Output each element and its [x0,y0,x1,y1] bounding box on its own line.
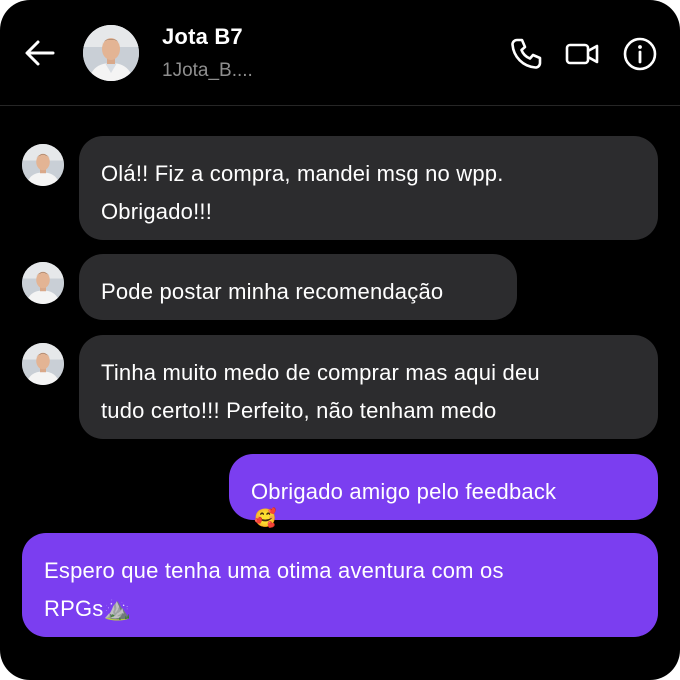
avatar-photo [22,262,64,304]
sender-avatar[interactable] [22,262,64,304]
avatar-photo [22,343,64,385]
incoming-message-bubble[interactable]: Tinha muito medo de comprar mas aqui deu… [79,335,658,439]
incoming-message-bubble[interactable]: Pode postar minha recomendação [79,254,517,320]
phone-icon [511,38,542,69]
video-call-button[interactable] [564,36,600,72]
message-text-line: Olá!! Fiz a compra, mandei msg no wpp. [101,161,504,186]
back-button[interactable] [22,35,58,71]
incoming-message-bubble[interactable]: Olá!! Fiz a compra, mandei msg no wpp. O… [79,136,658,240]
message-text-line: Pode postar minha recomendação [101,279,444,304]
message-text-line: Tinha muito medo de comprar mas aqui deu [101,360,540,385]
video-camera-icon [565,43,599,65]
arrow-left-icon [25,40,55,66]
contact-handle: 1Jota_B.... [162,60,253,81]
message-text-line: tudo certo!!! Perfeito, não tenham medo [101,398,497,423]
chat-header: Jota B7 1Jota_B.... [0,0,680,106]
contact-name[interactable]: Jota B7 [162,24,243,50]
conversation-info-button[interactable] [622,36,658,72]
message-reaction[interactable]: 🥰 [254,509,276,527]
message-text-line: Obrigado amigo pelo feedback [251,479,557,504]
voice-call-button[interactable] [508,36,544,72]
message-text-line: RPGs⛰️ [44,596,132,621]
message-text-line: Obrigado!!! [101,199,213,224]
message-text-line: Espero que tenha uma otima aventura com … [44,558,504,583]
outgoing-message-bubble[interactable]: Obrigado amigo pelo feedback [229,454,658,520]
avatar-photo [22,144,64,186]
contact-avatar[interactable] [83,25,139,81]
sender-avatar[interactable] [22,343,64,385]
outgoing-message-bubble[interactable]: Espero que tenha uma otima aventura com … [22,533,658,637]
chat-window: Jota B7 1Jota_B.... Olá!! Fiz a compra, … [0,0,680,680]
info-icon [623,37,657,71]
sender-avatar[interactable] [22,144,64,186]
avatar-photo [83,25,139,81]
